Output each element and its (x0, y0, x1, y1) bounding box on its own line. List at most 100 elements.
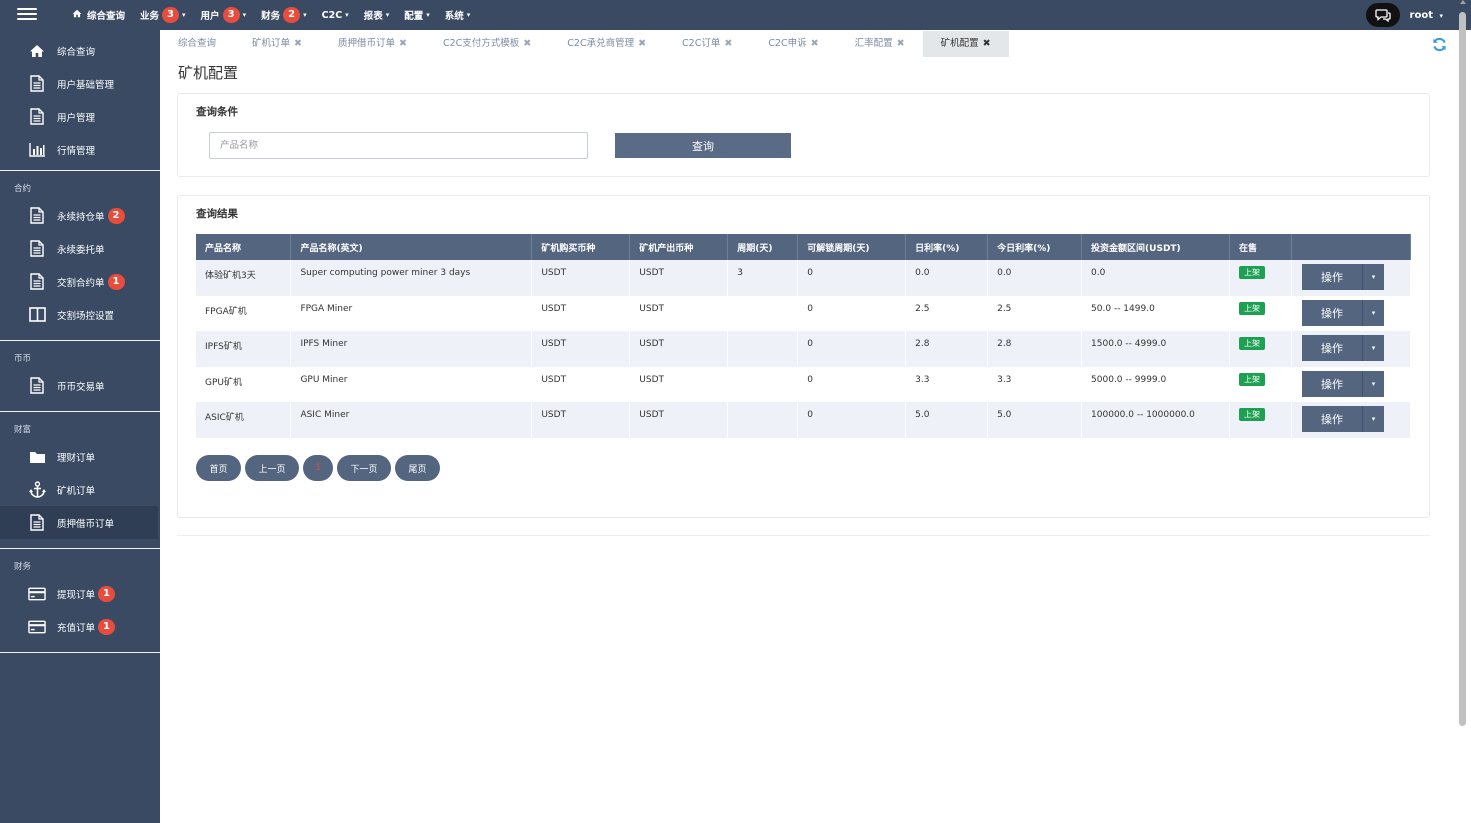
first-page-button[interactable]: 首页 (196, 455, 241, 481)
close-tab-icon[interactable]: ✖ (294, 38, 302, 49)
next-page-button[interactable]: 下一页 (337, 455, 391, 481)
close-tab-icon[interactable]: ✖ (897, 38, 905, 49)
operation-button-group: 操作 ▾ (1301, 406, 1384, 432)
close-tab-icon[interactable]: ✖ (811, 38, 819, 49)
table-cell (727, 402, 799, 438)
chevron-down-icon[interactable]: ▾ (1362, 264, 1384, 290)
sidebar-item-label: 交割场控设置 (57, 310, 115, 322)
topnav-item[interactable]: 配置 ▾ (404, 8, 430, 22)
page-tab[interactable]: 汇率配置 ✖ (837, 31, 923, 57)
topnav-item[interactable]: C2C ▾ (322, 10, 349, 21)
table-cell: 操作 ▾ (1291, 402, 1412, 438)
page-tab[interactable]: C2C订单 ✖ (664, 31, 750, 57)
user-menu[interactable]: root ▾ (1410, 10, 1443, 21)
last-page-button[interactable]: 尾页 (395, 455, 440, 481)
chevron-down-icon[interactable]: ▾ (1362, 335, 1384, 361)
current-page-button[interactable]: 1 (303, 455, 333, 481)
sidebar-item-label: 矿机订单 (57, 485, 96, 497)
sidebar-item[interactable]: 交割场控设置 (0, 298, 160, 331)
topnav-item[interactable]: 业务 3 ▾ (140, 7, 186, 23)
refresh-icon[interactable] (1432, 37, 1447, 52)
chat-icon[interactable] (1365, 3, 1400, 27)
chevron-down-icon[interactable]: ▾ (1362, 299, 1384, 326)
tab-label: 矿机订单 (252, 38, 291, 49)
sidebar-item[interactable]: 充值订单 1 (0, 610, 160, 643)
close-tab-icon[interactable]: ✖ (523, 38, 531, 49)
page-tab[interactable]: C2C承兑商管理 ✖ (549, 31, 664, 57)
chevron-down-icon[interactable]: ▾ (1362, 406, 1384, 432)
chevron-down-icon[interactable]: ▾ (1362, 370, 1384, 397)
sidebar-item[interactable]: 永续委托单 (0, 232, 160, 265)
operation-button[interactable]: 操作 (1301, 406, 1363, 432)
scrollbar-thumb[interactable] (1459, 12, 1466, 726)
sidebar-group: 综合查询 用户基础管理 用户管理 行情管理 (0, 30, 160, 171)
topnav-item[interactable]: 财务 2 ▾ (261, 7, 307, 23)
sidebar-item[interactable]: 用户管理 (0, 100, 160, 133)
operation-button[interactable]: 操作 (1301, 299, 1363, 326)
table-cell: 上架 (1229, 366, 1292, 402)
table-cell: FPGA Miner (290, 295, 533, 331)
tab-label: C2C承兑商管理 (567, 38, 635, 49)
search-button[interactable]: 查询 (615, 133, 791, 158)
count-badge: 1 (98, 618, 116, 635)
product-name-input[interactable] (209, 132, 588, 159)
tab-label: C2C申诉 (768, 38, 807, 49)
table-cell: 0 (797, 295, 907, 331)
page-tab[interactable]: 质押借币订单 ✖ (320, 31, 425, 57)
page-tab[interactable]: 综合查询 (160, 31, 234, 57)
sidebar-item[interactable]: 综合查询 (0, 34, 160, 67)
sidebar-item[interactable]: 用户基础管理 (0, 67, 160, 100)
sidebar-item[interactable]: 永续持仓单 2 (0, 199, 160, 232)
sidebar-item-label: 充值订单 (57, 622, 96, 634)
table-cell: IPFS Miner (290, 331, 533, 367)
sidebar-item[interactable]: 行情管理 (0, 133, 160, 166)
table-row: ASIC矿机 ASIC Miner USDT USDT 0 5.0 5.0 100000.0 … (196, 402, 1412, 438)
topnav-item[interactable]: 系统 ▾ (445, 8, 471, 22)
document-icon (28, 514, 46, 532)
close-tab-icon[interactable]: ✖ (638, 38, 646, 49)
topnav-item[interactable]: 综合查询 (72, 8, 125, 22)
topnav-item-label: 业务 (140, 11, 160, 22)
topnav-item[interactable]: 用户 3 ▾ (201, 7, 247, 23)
table-cell: 上架 (1229, 295, 1292, 331)
page-tab[interactable]: 矿机订单 ✖ (234, 31, 320, 57)
close-tab-icon[interactable]: ✖ (724, 38, 732, 49)
sidebar-item[interactable]: 提现订单 1 (0, 577, 160, 610)
operation-button[interactable]: 操作 (1301, 264, 1363, 290)
page-tab[interactable]: C2C支付方式模板 ✖ (425, 31, 549, 57)
folder-icon (28, 448, 46, 466)
operation-button-group: 操作 ▾ (1301, 335, 1384, 361)
hamburger-menu-icon[interactable] (17, 5, 37, 25)
close-tab-icon[interactable]: ✖ (399, 38, 407, 49)
sidebar-item[interactable]: 理财订单 (0, 440, 160, 473)
sidebar-item[interactable]: 交割合约单 1 (0, 265, 160, 298)
chevron-down-icon: ▾ (242, 11, 247, 19)
sidebar-item-label: 理财订单 (57, 452, 96, 464)
page-tab[interactable]: 矿机配置 ✖ (922, 31, 1009, 57)
sidebar-item[interactable]: 币币交易单 (0, 369, 160, 402)
close-tab-icon[interactable]: ✖ (983, 38, 991, 49)
page-tab[interactable]: C2C申诉 ✖ (750, 31, 836, 57)
scroll-up-arrow-icon[interactable] (1460, 0, 1466, 4)
table-cell: 操作 ▾ (1291, 331, 1412, 367)
table-row: 体验矿机3天 Super computing power miner 3 days… (196, 260, 1412, 296)
chevron-down-icon: ▾ (1439, 11, 1443, 20)
page-title: 矿机配置 (178, 64, 239, 82)
table-cell: GPU矿机 (196, 366, 292, 402)
table-cell: 0 (797, 402, 907, 438)
sidebar-item[interactable]: 质押借币订单 (0, 506, 158, 539)
prev-page-button[interactable]: 上一页 (245, 455, 299, 481)
bar-chart-icon (28, 141, 46, 159)
sidebar-group: 财富 理财订单 矿机订单 质押借币订单 (0, 412, 160, 549)
count-badge: 3 (162, 7, 180, 23)
operation-button[interactable]: 操作 (1301, 335, 1363, 361)
operation-button[interactable]: 操作 (1301, 370, 1363, 397)
topnav-item[interactable]: 报表 ▾ (364, 8, 390, 22)
sidebar: 综合查询 用户基础管理 用户管理 行情管理 合约 永续持仓单 2 永续委托单 交割合约单 1 交割场… (0, 30, 160, 823)
sidebar-item[interactable]: 矿机订单 (0, 473, 160, 506)
sidebar-item-label: 永续委托单 (57, 244, 105, 256)
table-cell: 2.8 (987, 331, 1083, 367)
page-scrollbar[interactable] (1458, 6, 1468, 823)
table-cell: USDT (629, 295, 729, 331)
table-cell: USDT (629, 331, 729, 367)
